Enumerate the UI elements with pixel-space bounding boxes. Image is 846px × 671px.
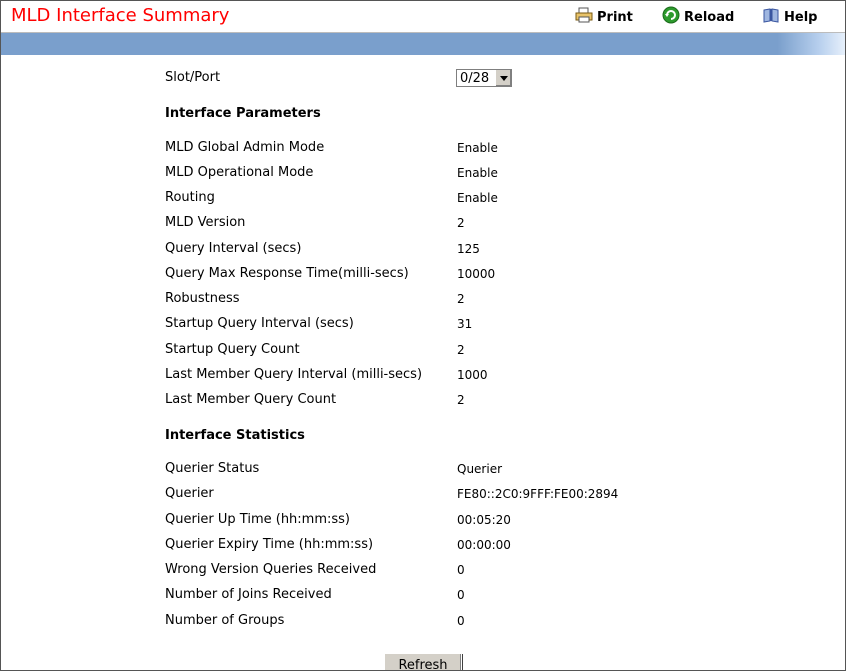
param-value: 2 [457,343,465,357]
printer-icon [575,7,597,27]
param-value: 125 [457,242,480,256]
param-value: 31 [457,317,473,331]
header-band [1,33,845,55]
refresh-button[interactable]: Refresh [384,653,462,670]
stat-label: Number of Groups [165,613,285,628]
stat-label: Wrong Version Queries Received [165,562,377,577]
param-label: MLD Version [165,215,246,230]
param-label: Robustness [165,291,240,306]
param-value: Enable [457,166,498,180]
param-label: MLD Operational Mode [165,165,314,180]
param-label: Last Member Query Count [165,392,337,407]
stat-label: Querier Status [165,461,260,476]
stat-value: 0 [457,614,465,628]
interface-statistics-heading: Interface Statistics [165,428,305,443]
print-button[interactable]: Print [575,7,633,27]
param-label: MLD Global Admin Mode [165,140,325,155]
stat-value: Querier [457,462,503,476]
page-header: MLD Interface Summary Print Reload Help [1,1,845,33]
param-label: Routing [165,190,215,205]
param-value: 2 [457,393,465,407]
chevron-down-icon[interactable] [495,70,511,86]
stat-value: FE80::2C0:9FFF:FE00:2894 [457,487,619,501]
param-value: Enable [457,191,498,205]
param-value: Enable [457,141,498,155]
page-frame: MLD Interface Summary Print Reload Help … [0,0,846,671]
stat-value: 00:05:20 [457,513,511,527]
stat-value: 0 [457,588,465,602]
slot-port-label: Slot/Port [165,70,221,85]
slot-port-selected-value: 0/28 [460,70,490,86]
help-label: Help [784,9,818,25]
param-label: Startup Query Interval (secs) [165,316,354,331]
param-value: 10000 [457,267,496,281]
slot-port-select[interactable]: 0/28 [456,69,512,87]
param-label: Last Member Query Interval (milli-secs) [165,367,423,382]
param-label: Query Max Response Time(milli-secs) [165,266,409,281]
stat-label: Number of Joins Received [165,587,332,602]
param-value: 1000 [457,368,488,382]
page-title: MLD Interface Summary [11,5,230,26]
reload-icon [662,6,684,28]
stat-value: 0 [457,563,465,577]
stat-label: Querier Up Time (hh:mm:ss) [165,512,351,527]
help-book-icon [762,7,784,27]
stat-value: 00:00:00 [457,538,511,552]
help-button[interactable]: Help [762,8,817,26]
param-label: Query Interval (secs) [165,241,302,256]
param-label: Startup Query Count [165,342,300,357]
param-value: 2 [457,216,465,230]
param-value: 2 [457,292,465,306]
reload-button[interactable]: Reload [662,6,735,28]
reload-label: Reload [684,9,735,25]
interface-parameters-heading: Interface Parameters [165,106,321,121]
stat-label: Querier [165,486,214,501]
stat-label: Querier Expiry Time (hh:mm:ss) [165,537,374,552]
print-label: Print [597,9,633,25]
